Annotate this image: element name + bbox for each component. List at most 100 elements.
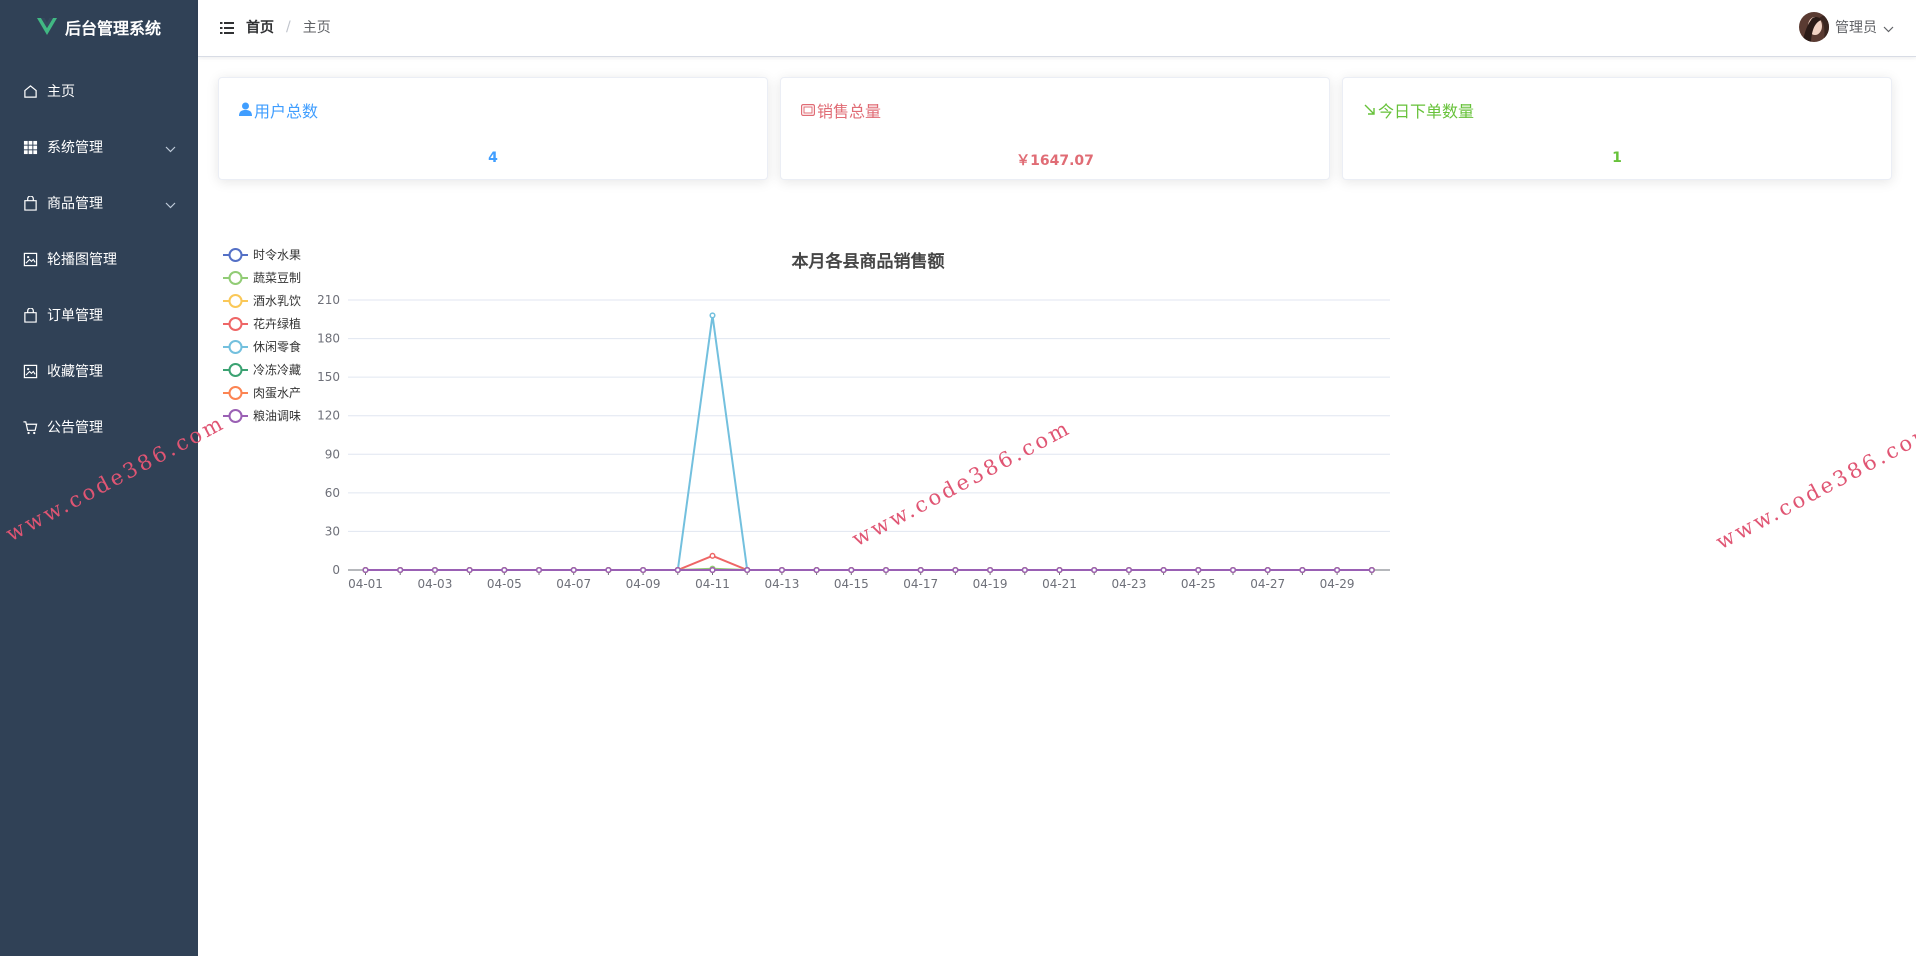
x-tick-label: 04-15: [834, 577, 869, 591]
legend-label: 粮油调味: [253, 408, 301, 423]
y-tick-label: 90: [325, 447, 340, 461]
chevron-down-icon[interactable]: [1883, 18, 1894, 37]
legend-label: 肉蛋水产: [253, 386, 301, 400]
legend-label: 蔬菜豆制: [253, 271, 301, 285]
breadcrumb-home-link[interactable]: 首页: [246, 17, 274, 37]
data-point: [709, 312, 716, 319]
legend-swatch-marker: [228, 294, 243, 308]
sidebar-item-label: 轮播图管理: [47, 252, 117, 268]
x-tick-label: 04-07: [556, 577, 591, 591]
series-line: [365, 554, 1372, 571]
x-tick-label: 04-01: [348, 577, 383, 591]
x-tick-label: 04-05: [487, 577, 522, 591]
card-title: 今日下单数量: [1363, 98, 1474, 122]
y-tick-label: 30: [325, 524, 340, 538]
line-chart-svg: 本月各县商品销售额 0 30 60 90 120 150 180 210 04-01 04-03 04…: [223, 247, 1390, 591]
data-point: [1195, 566, 1202, 574]
y-tick-label: 180: [317, 332, 340, 346]
data-point: [1264, 566, 1271, 574]
data-point: [917, 566, 924, 574]
hamburger-menu-icon[interactable]: [220, 19, 234, 38]
sidebar-item-label: 公告管理: [47, 420, 103, 436]
x-tick-label: 04-13: [764, 577, 799, 591]
chevron-down-icon: [165, 197, 176, 213]
x-tick-label: 04-03: [417, 577, 452, 591]
legend-swatch-marker: [228, 386, 243, 400]
data-point: [1160, 566, 1167, 574]
sidebar-item-label: 商品管理: [47, 196, 103, 212]
data-point: [952, 566, 959, 574]
sidebar-item-label: 系统管理: [47, 140, 103, 156]
chart-title: 本月各县商品销售额: [792, 251, 945, 272]
data-point: [431, 566, 438, 574]
data-point: [1229, 566, 1237, 574]
sidebar-item-carousel[interactable]: 轮播图管理: [0, 231, 198, 287]
x-tick-label: 04-17: [903, 577, 938, 591]
data-point: [570, 566, 577, 574]
main-content: 用户总数 4 销售总量 ￥1647.07 今日下单数量 1 本月各县商品销售额 …: [198, 57, 1916, 956]
data-point: [466, 566, 473, 574]
app-root: 后台管理系统 主页 系统管理 商品管理 轮播图管理 订单管理 收藏管理 公告管理…: [0, 0, 1916, 956]
y-tick-label: 150: [317, 370, 340, 384]
y-tick-label: 120: [317, 409, 340, 423]
legend-label: 休闲零食: [253, 339, 301, 354]
cart-icon: [22, 419, 38, 435]
sales-chart: 本月各县商品销售额 0 30 60 90 120 150 180 210 04-01 04-03 04…: [218, 227, 1398, 667]
legend-label: 花卉绿植: [253, 316, 301, 331]
sidebar-item-favorites[interactable]: 收藏管理: [0, 343, 198, 399]
legend-label: 时令水果: [253, 247, 301, 262]
bag-icon: [22, 195, 38, 211]
data-point: [709, 552, 716, 559]
card-value: ￥1647.07: [1016, 153, 1094, 169]
data-point: [1368, 566, 1375, 574]
legend-swatch-marker: [228, 363, 243, 377]
sidebar-item-products[interactable]: 商品管理: [0, 175, 198, 231]
stat-card-sales: 销售总量 ￥1647.07: [780, 77, 1330, 180]
x-tick-label: 04-09: [626, 577, 661, 591]
data-point: [640, 566, 647, 574]
sidebar-item-orders[interactable]: 订单管理: [0, 287, 198, 343]
card-value: 1: [1612, 150, 1622, 166]
data-point: [674, 566, 681, 574]
y-tick-label: 60: [325, 486, 340, 500]
app-title: 后台管理系统: [64, 18, 161, 38]
y-tick-label: 210: [317, 293, 340, 307]
data-point: [501, 566, 508, 574]
image-icon: [22, 363, 38, 379]
data-point: [1021, 566, 1028, 574]
data-point: [362, 566, 369, 574]
x-tick-label: 04-23: [1111, 577, 1146, 591]
x-tick-label: 04-21: [1042, 577, 1077, 591]
top-navbar: 首页 / 主页 管理员: [198, 0, 1916, 57]
stat-card-users: 用户总数 4: [218, 77, 768, 180]
data-point: [605, 566, 612, 574]
user-dropdown[interactable]: 管理员: [1799, 12, 1894, 42]
breadcrumb: 首页 / 主页: [246, 17, 331, 37]
stat-card-orders: 今日下单数量 1: [1342, 77, 1892, 180]
sidebar-item-label: 收藏管理: [47, 364, 103, 380]
logo[interactable]: 后台管理系统: [0, 0, 198, 53]
home-icon: [22, 83, 38, 99]
legend-label: 酒水乳饮: [253, 294, 301, 308]
data-point: [1299, 566, 1306, 574]
data-point: [1056, 566, 1063, 574]
data-point: [397, 566, 404, 574]
x-tick-label: 04-27: [1250, 577, 1285, 591]
avatar[interactable]: [1799, 12, 1829, 42]
data-point: [1334, 566, 1341, 574]
data-point: [1125, 566, 1132, 574]
user-name[interactable]: 管理员: [1835, 17, 1877, 37]
legend-swatch-marker: [228, 409, 243, 423]
grid-icon: [22, 139, 38, 155]
sidebar-item-home[interactable]: 主页: [0, 63, 198, 119]
card-value: 4: [488, 150, 498, 166]
data-point: [709, 566, 716, 574]
bag-icon: [22, 307, 38, 323]
vue-logo-icon: [36, 17, 57, 36]
legend-swatch-marker: [228, 248, 243, 262]
breadcrumb-separator: /: [286, 19, 291, 35]
sidebar-item-system[interactable]: 系统管理: [0, 119, 198, 175]
legend-swatch-marker: [228, 340, 243, 354]
x-tick-label: 04-25: [1181, 577, 1216, 591]
sidebar-item-label: 订单管理: [47, 308, 103, 324]
